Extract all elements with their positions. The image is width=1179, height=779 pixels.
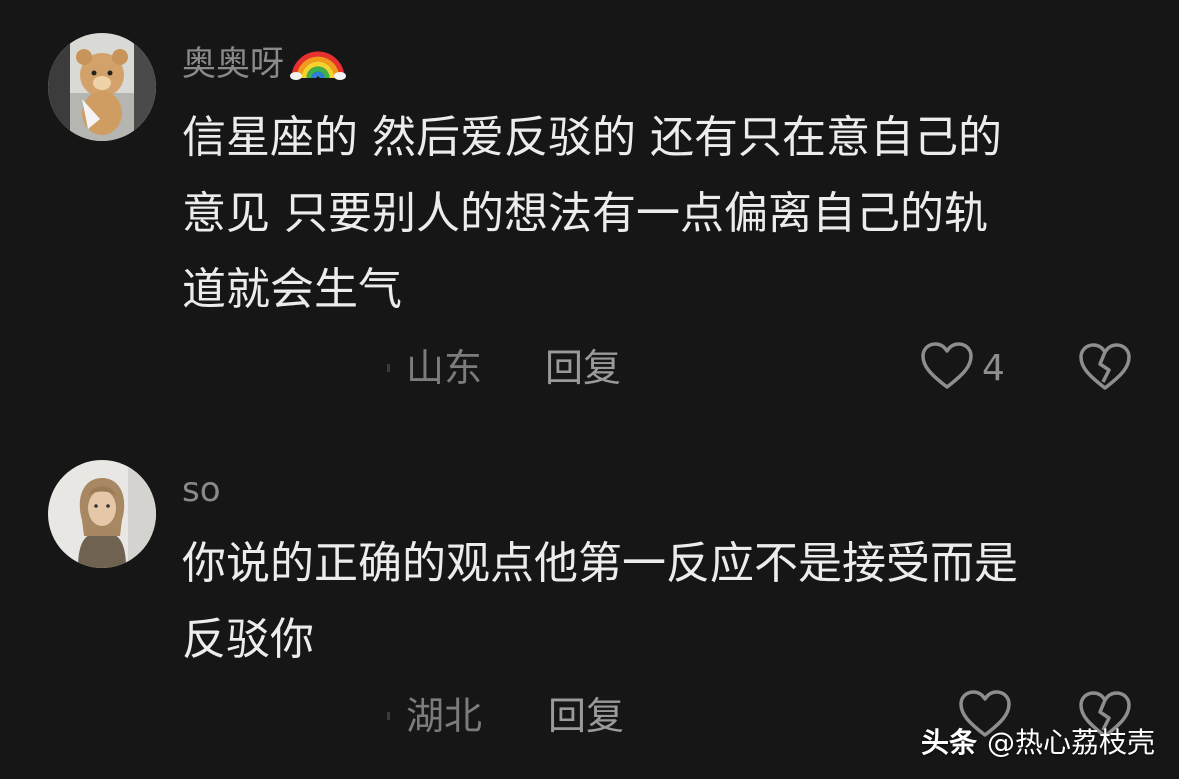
comment-text-line: 反驳你 (182, 614, 314, 665)
username-text: so (182, 470, 221, 510)
comment-text-line: 你说的正确的观点他第一反应不是接受而是 (182, 538, 1018, 589)
separator-dot (387, 364, 390, 372)
comment-text-line: 道就会生气 (182, 264, 402, 315)
location-label: 山东 (406, 346, 483, 390)
heart-icon (920, 341, 974, 395)
username[interactable]: so (182, 468, 221, 512)
reply-button[interactable]: 回复 (545, 344, 621, 392)
dislike-button[interactable] (1078, 342, 1132, 396)
avatar[interactable] (48, 33, 156, 141)
username[interactable]: 奥奥呀 (182, 40, 346, 91)
username-text: 奥奥呀 (182, 44, 284, 84)
location-label: 湖北 (406, 694, 483, 738)
comment-feed: 奥奥呀 信星座的 然后爱反驳的 还有只在意自己的 意见 只要别人的想法有一点偏离… (0, 0, 1179, 779)
separator-dot (387, 712, 390, 720)
comment-text: 你说的正确的观点他第一反应不是接受而是 反驳你 (182, 526, 1142, 678)
comment-text-line: 意见 只要别人的想法有一点偏离自己的轨 (182, 188, 988, 239)
comment-text-line: 信星座的 然后爱反驳的 还有只在意自己的 (182, 112, 1002, 163)
like-button[interactable]: 4 (920, 342, 1005, 394)
broken-heart-icon (1078, 343, 1132, 396)
watermark: 头条 @热心荔枝壳 (921, 725, 1155, 761)
reply-button[interactable]: 回复 (548, 692, 624, 740)
watermark-handle: @热心荔枝壳 (986, 726, 1155, 759)
comment-text: 信星座的 然后爱反驳的 还有只在意自己的 意见 只要别人的想法有一点偏离自己的轨… (182, 100, 1142, 328)
avatar[interactable] (48, 460, 156, 568)
comment-meta-row: 山东 回复 4 (0, 338, 1179, 398)
teddy-bear-avatar-image (48, 33, 156, 141)
like-count: 4 (982, 347, 1005, 389)
rainbow-icon (290, 49, 346, 89)
portrait-avatar-image (48, 460, 156, 568)
watermark-brand: 头条 (920, 726, 977, 759)
